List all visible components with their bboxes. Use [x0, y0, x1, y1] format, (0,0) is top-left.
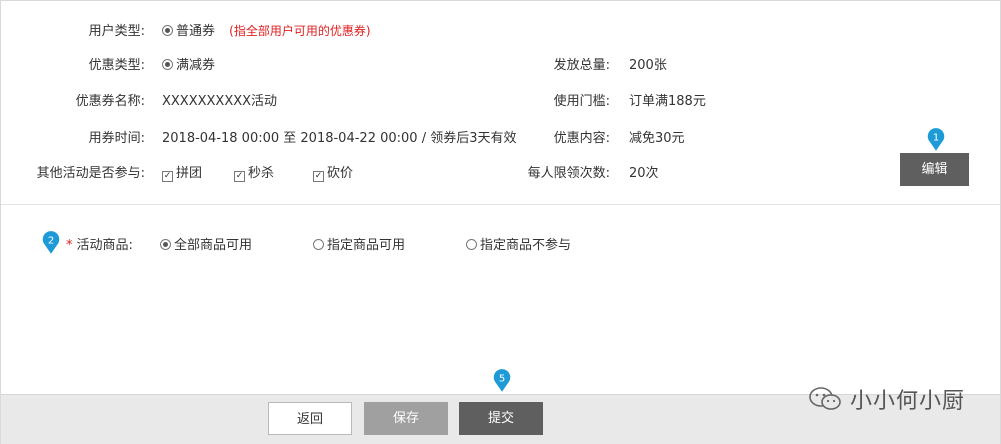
limit-per-person-label: 每人限领次数:: [527, 166, 610, 181]
required-mark: *: [66, 238, 73, 253]
goods-label-text: 活动商品:: [76, 238, 133, 253]
goods-option-text: 全部商品可用: [174, 238, 253, 253]
radio-selected-icon[interactable]: [160, 239, 171, 250]
other-activities-label: 其他活动是否参与:: [36, 166, 145, 181]
other-activity-text: 秒杀: [248, 166, 275, 181]
checkbox-checked-icon: ✓: [162, 171, 173, 182]
goods-option-all[interactable]: 全部商品可用: [160, 234, 252, 253]
user-type-label: 用户类型:: [88, 24, 145, 39]
coupon-type-value: 满减券: [162, 54, 215, 73]
total-issued-value: 200张: [629, 58, 667, 73]
goods-option-text: 指定商品不参与: [480, 238, 572, 253]
coupon-type-label: 优惠类型:: [88, 58, 145, 73]
discount-content-label: 优惠内容:: [553, 131, 610, 146]
section-divider: [1, 204, 1000, 205]
marker-number: 1: [933, 133, 939, 144]
step-marker-5: 5: [491, 368, 513, 394]
radio-selected-icon: [162, 59, 173, 70]
user-type-note: (指全部用户可用的优惠券): [229, 24, 371, 38]
checkbox-checked-icon: ✓: [234, 171, 245, 182]
radio-unselected-icon[interactable]: [466, 239, 477, 250]
radio-unselected-icon[interactable]: [313, 239, 324, 250]
limit-per-person-value: 20次: [629, 166, 659, 181]
use-time-label: 用券时间:: [88, 131, 145, 146]
marker-number: 2: [48, 236, 54, 247]
other-activity-option: ✓ 秒杀: [234, 162, 274, 182]
step-marker-2: 2: [40, 230, 62, 256]
coupon-type-text: 满减券: [176, 58, 216, 73]
user-type-value: 普通券 (指全部用户可用的优惠券): [162, 20, 371, 39]
step-marker-1: 1: [925, 127, 947, 153]
threshold-label: 使用门槛:: [553, 94, 610, 109]
other-activity-text: 拼团: [176, 166, 203, 181]
other-activity-text: 砍价: [327, 166, 354, 181]
use-time-value: 2018-04-18 00:00 至 2018-04-22 00:00 / 领券…: [162, 131, 517, 146]
save-button[interactable]: 保存: [364, 402, 448, 435]
edit-button[interactable]: 编辑: [900, 153, 969, 186]
other-activity-option: ✓ 拼团: [162, 162, 202, 182]
marker-number: 5: [499, 374, 505, 385]
coupon-name-value: XXXXXXXXXX活动: [162, 94, 278, 109]
submit-button[interactable]: 提交: [459, 402, 543, 435]
goods-option-specified[interactable]: 指定商品可用: [313, 234, 405, 253]
user-type-text: 普通券: [176, 24, 216, 39]
goods-option-text: 指定商品可用: [327, 238, 406, 253]
threshold-value: 订单满188元: [629, 94, 706, 109]
goods-option-excluded[interactable]: 指定商品不参与: [466, 234, 571, 253]
discount-content-value: 减免30元: [629, 131, 685, 146]
radio-selected-icon: [162, 25, 173, 36]
goods-label: * 活动商品:: [66, 234, 133, 253]
wechat-icon: [809, 387, 841, 410]
checkbox-checked-icon: ✓: [313, 171, 324, 182]
back-button[interactable]: 返回: [268, 402, 352, 435]
coupon-name-label: 优惠券名称:: [75, 94, 145, 109]
watermark: 小小何小厨: [808, 381, 965, 417]
watermark-text: 小小何小厨: [850, 389, 966, 414]
total-issued-label: 发放总量:: [553, 58, 610, 73]
other-activity-option: ✓ 砍价: [313, 162, 353, 182]
